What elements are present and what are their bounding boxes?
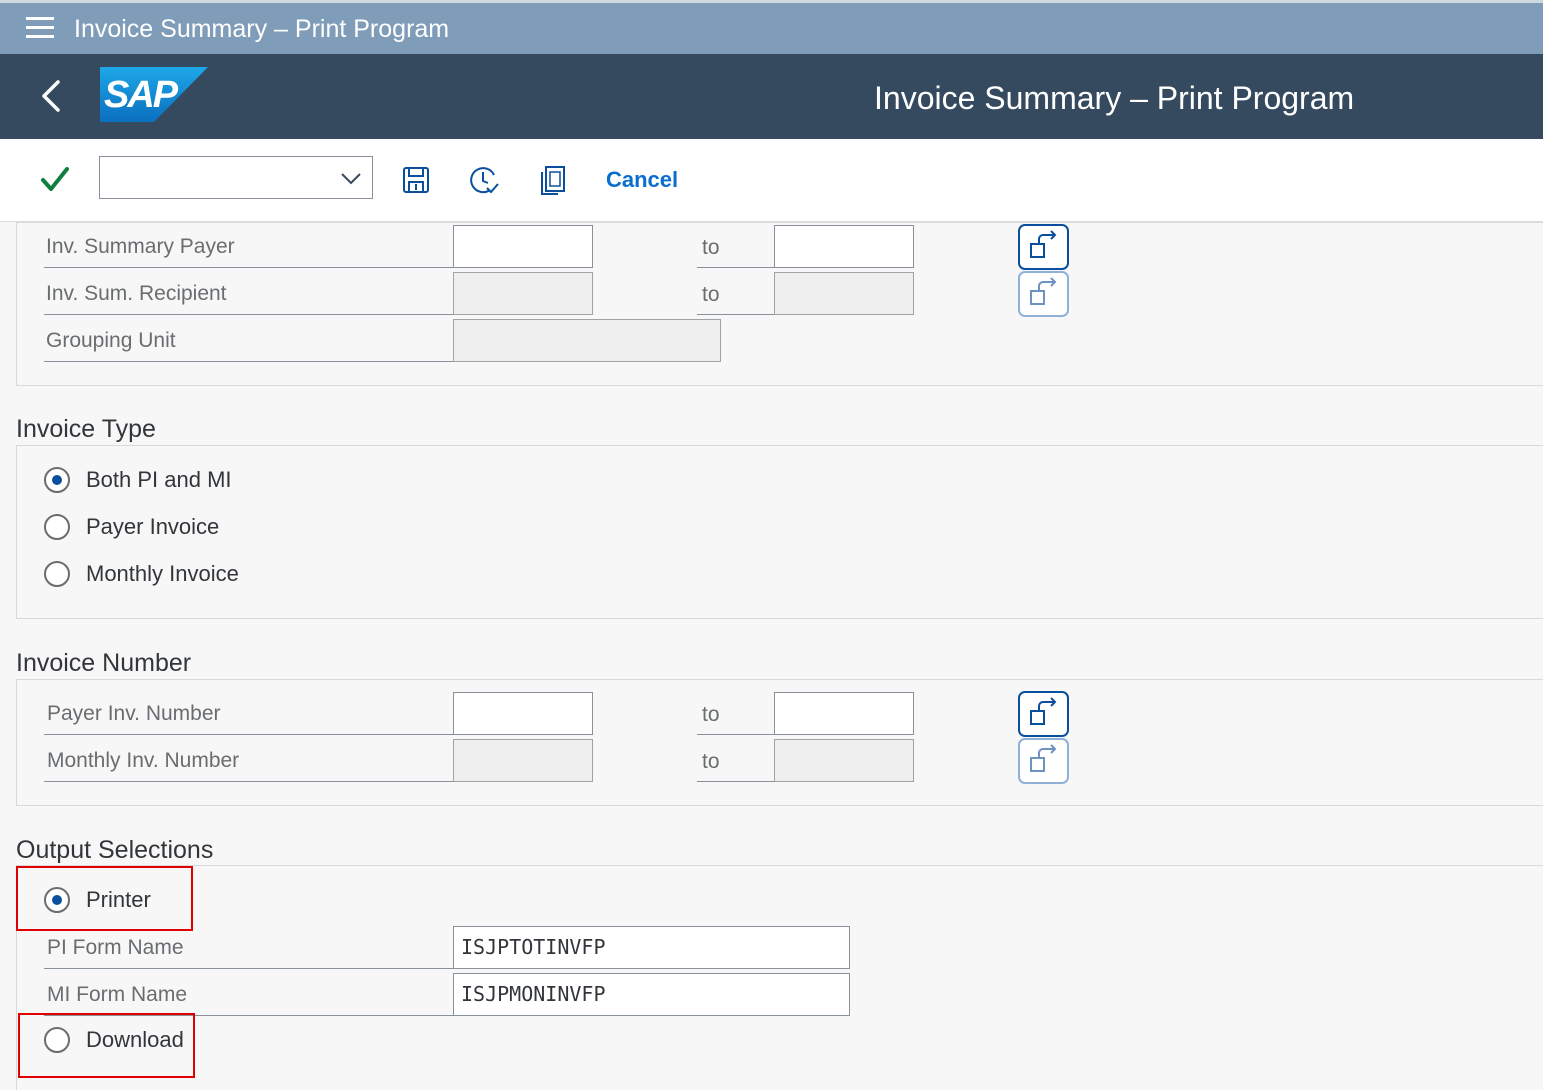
radio-label: Both PI and MI xyxy=(86,467,232,492)
sap-logo: SAP xyxy=(100,67,208,122)
save-icon[interactable] xyxy=(400,163,432,197)
svg-text:SAP: SAP xyxy=(104,74,179,116)
window-title: Invoice Summary – Print Program xyxy=(74,15,450,43)
shell-header: SAP Invoice Summary – Print Program xyxy=(0,54,1543,139)
to-label: to xyxy=(702,236,720,259)
copy-icon[interactable] xyxy=(536,163,568,197)
label-underline xyxy=(44,968,453,969)
label-underline xyxy=(44,781,453,782)
inv-sum-recipient-from-input xyxy=(453,272,593,315)
history-icon[interactable] xyxy=(468,163,500,197)
mi-form-name-input[interactable]: ISJPMONINVFP xyxy=(453,973,850,1016)
download-highlight-box xyxy=(18,1013,195,1078)
radio-button[interactable] xyxy=(44,514,70,540)
inv-sum-recipient-label: Inv. Sum. Recipient xyxy=(46,282,227,305)
multiple-selection-button xyxy=(1018,738,1069,784)
multiple-selection-button xyxy=(1018,271,1069,317)
radio-payer-invoice[interactable]: Payer Invoice xyxy=(44,514,219,540)
inv-summary-payer-from-input[interactable] xyxy=(453,225,593,268)
menu-icon[interactable] xyxy=(26,17,54,39)
inv-sum-recipient-to-input xyxy=(774,272,914,315)
payer-inv-number-label: Payer Inv. Number xyxy=(47,702,221,725)
monthly-inv-number-label: Monthly Inv. Number xyxy=(47,749,240,772)
radio-button[interactable] xyxy=(44,561,70,587)
back-icon[interactable] xyxy=(36,78,68,114)
radio-both-pi-mi[interactable]: Both PI and MI xyxy=(44,467,232,493)
payer-inv-number-from-input[interactable] xyxy=(453,692,593,735)
to-label: to xyxy=(702,703,720,726)
grouping-unit-input xyxy=(453,319,721,362)
label-underline xyxy=(44,314,453,315)
multiple-selection-icon xyxy=(1030,697,1057,725)
printer-highlight-box xyxy=(16,866,193,931)
multiple-selection-button[interactable] xyxy=(1018,691,1069,737)
pi-form-name-label: PI Form Name xyxy=(47,936,184,959)
monthly-inv-number-from-input xyxy=(453,739,593,782)
to-label: to xyxy=(702,283,720,306)
radio-button[interactable] xyxy=(44,467,70,493)
toolbar: Cancel xyxy=(0,139,1543,222)
inv-summary-payer-label: Inv. Summary Payer xyxy=(46,235,235,258)
label-underline xyxy=(697,267,774,268)
chevron-down-icon xyxy=(341,173,361,185)
label-underline xyxy=(697,314,774,315)
monthly-inv-number-to-input xyxy=(774,739,914,782)
pi-form-name-input[interactable]: ISJPTOTINVFP xyxy=(453,926,850,969)
label-underline xyxy=(44,361,453,362)
page-title: Invoice Summary – Print Program xyxy=(874,80,1355,116)
invoice-type-title: Invoice Type xyxy=(16,415,156,443)
invoice-number-title: Invoice Number xyxy=(16,649,192,677)
label-underline xyxy=(697,734,774,735)
radio-monthly-invoice[interactable]: Monthly Invoice xyxy=(44,561,239,587)
execute-check-icon[interactable] xyxy=(38,163,72,197)
label-underline xyxy=(44,734,453,735)
mi-form-name-label: MI Form Name xyxy=(47,983,188,1006)
multiple-selection-button[interactable] xyxy=(1018,224,1069,270)
payer-inv-number-to-input[interactable] xyxy=(774,692,914,735)
label-underline xyxy=(44,267,453,268)
multiple-selection-icon xyxy=(1030,277,1057,305)
output-selections-title: Output Selections xyxy=(16,836,214,864)
inv-summary-payer-to-input[interactable] xyxy=(774,225,914,268)
multiple-selection-icon xyxy=(1030,744,1057,772)
invoice-type-panel xyxy=(16,445,1543,619)
variant-dropdown[interactable] xyxy=(99,156,373,199)
label-underline xyxy=(697,781,774,782)
grouping-unit-label: Grouping Unit xyxy=(46,329,176,352)
to-label: to xyxy=(702,750,720,773)
window-title-bar: Invoice Summary – Print Program xyxy=(0,0,1543,54)
cancel-button[interactable]: Cancel xyxy=(606,167,678,193)
radio-label: Monthly Invoice xyxy=(86,561,239,586)
multiple-selection-icon xyxy=(1030,230,1057,258)
radio-label: Payer Invoice xyxy=(86,514,220,539)
